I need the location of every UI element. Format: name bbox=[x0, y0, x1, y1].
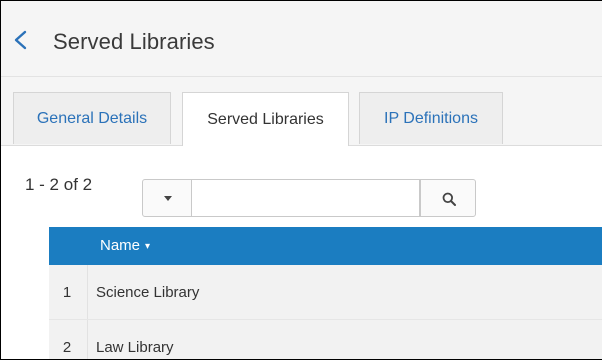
tab-ip-definitions[interactable]: IP Definitions bbox=[359, 92, 503, 144]
page-header: Served Libraries bbox=[1, 1, 602, 77]
tab-bar: General Details Served Libraries IP Defi… bbox=[1, 77, 602, 146]
row-divider bbox=[87, 265, 88, 319]
row-divider bbox=[87, 320, 88, 359]
search-button[interactable] bbox=[420, 179, 476, 217]
column-header-name[interactable]: Name ▾ bbox=[100, 237, 150, 254]
content-area: 1 - 2 of 2 Name ▾ 1 Science Library 2 La… bbox=[1, 146, 602, 359]
page-title: Served Libraries bbox=[53, 29, 215, 54]
column-header-label: Name bbox=[100, 237, 141, 254]
library-name[interactable]: Science Library bbox=[96, 284, 199, 301]
chevron-left-icon[interactable] bbox=[13, 30, 29, 50]
table-header: Name ▾ bbox=[49, 227, 602, 265]
served-libraries-table: Name ▾ 1 Science Library 2 Law Library bbox=[49, 227, 602, 359]
search-icon bbox=[442, 192, 456, 206]
caret-down-icon bbox=[164, 196, 172, 201]
sort-down-icon[interactable]: ▾ bbox=[145, 241, 150, 252]
tab-served-libraries[interactable]: Served Libraries bbox=[182, 92, 349, 146]
library-name[interactable]: Law Library bbox=[96, 339, 174, 356]
row-number: 1 bbox=[62, 284, 72, 301]
search-input[interactable] bbox=[192, 179, 420, 217]
pager-count: 1 - 2 of 2 bbox=[25, 175, 93, 194]
table-row[interactable]: 1 Science Library bbox=[49, 265, 602, 320]
search-filter-dropdown[interactable] bbox=[142, 179, 192, 217]
tab-general-details[interactable]: General Details bbox=[13, 92, 171, 144]
table-row[interactable]: 2 Law Library bbox=[49, 320, 602, 359]
row-number: 2 bbox=[62, 339, 72, 356]
page-frame: Served Libraries General Details Served … bbox=[0, 0, 602, 360]
